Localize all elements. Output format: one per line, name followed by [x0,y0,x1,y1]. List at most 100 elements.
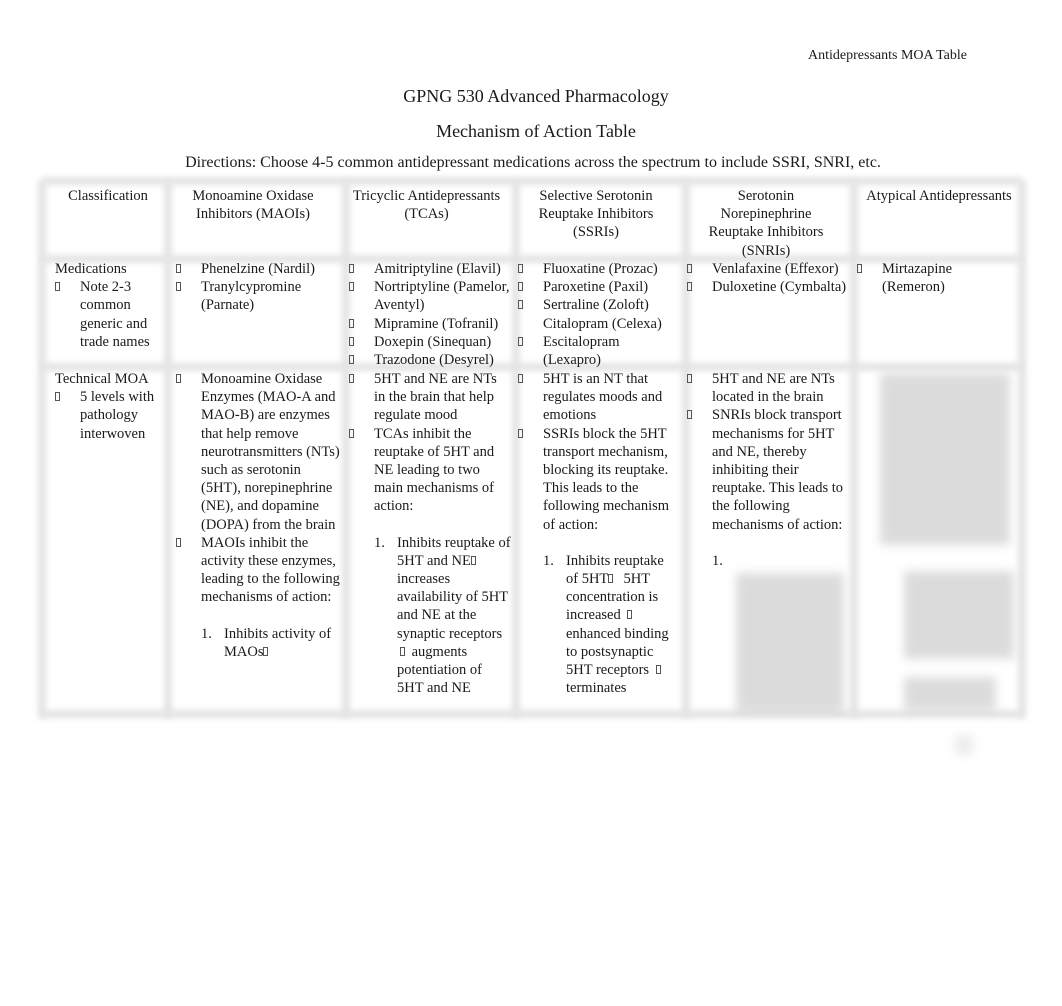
medication-item: Duloxetine (Cymbalta) [687,278,847,296]
moa-text: SSRIs block the 5HT transport mechanism,… [543,425,670,533]
bullet-icon [349,336,354,346]
medications-ssris: Fluoxatine (Prozac) Paroxetine (Paxil) S… [518,260,678,369]
medications-snris: Venlafaxine (Effexor) Duloxetine (Cymbal… [687,260,847,296]
medication-name: Venlafaxine (Effexor) [712,261,839,277]
medication-name: Tranylcypromine (Parnate) [201,279,302,314]
step-number: 1. [543,552,554,569]
medication-name: Escitalopram (Lexapro) [543,333,620,369]
medication-name: Paroxetine (Paxil) [543,279,649,296]
column-header-ssris: Selective Serotonin Reuptake Inhibitors … [538,188,654,241]
column-header-tcas: Tricyclic Antidepressants (TCAs) [352,188,501,223]
medication-item: Paroxetine (Paxil) [518,278,678,296]
medication-name: Amitriptyline (Elavil) [374,261,501,277]
medication-item: Amitriptyline (Elavil) [349,260,511,278]
redacted-content [904,677,996,711]
moa-bullet: 5HT is an NT that regulates moods and em… [518,370,678,425]
moa-bullet: 5HT and NE are NTs located in the brain [687,370,849,406]
medication-item: Phenelzine (Nardil) [176,260,342,278]
bullet-icon [349,374,354,383]
document-subtitle: Mechanism of Action Table [436,121,636,141]
bullet-icon [687,282,692,292]
arrow-icon [627,610,633,620]
arrow-icon [400,646,405,656]
moa-text: SNRIs block transport mechanisms for 5HT… [712,407,844,533]
column-header-atypical: Atypical Antidepressants [866,188,1012,204]
step-number: 1. [374,534,385,551]
moa-step: 1. Inhibits reuptake of 5HT 5HT concentra… [543,552,678,698]
moa-step: 1. Inhibits activity of MAOs [201,625,342,661]
bullet-icon [176,374,181,383]
step-text: augments potentiation of 5HT and NE [397,643,482,697]
bullet-icon [857,264,862,273]
bullet-icon [687,374,692,383]
moa-bullet: 5HT and NE are NTs in the brain that hel… [349,370,511,425]
bullet-icon [176,537,181,547]
document-title: GPNG 530 Advanced Pharmacology [403,86,669,106]
moa-step: 1. Inhibits reuptake of 5HT and NE increa… [374,534,511,698]
arrow-icon [470,555,476,565]
row-label-medications: Medications Note 2-3 common generic and … [55,260,165,351]
moa-ssris: 5HT is an NT that regulates moods and em… [518,370,678,697]
medication-list: Mirtazapine (Remeron) [857,260,977,296]
medications-maois: Phenelzine (Nardil) Tranylcypromine (Par… [176,260,342,315]
moa-text: TCAs inhibit the reuptake of 5HT and NE … [374,425,495,515]
step-text: enhanced binding to postsynaptic 5HT rec… [566,625,669,679]
moa-text: 5HT is an NT that regulates moods and em… [543,371,663,424]
moa-maois: Monoamine Oxidase Enzymes (MAO-A and MAO… [176,370,342,661]
step-number: 1. [712,552,723,569]
moa-snris: 5HT and NE are NTs located in the brain … [687,370,849,569]
running-head: Antidepressants MOA Table [808,48,967,63]
medication-item: Mirtazapine (Remeron) [857,260,977,296]
arrow-icon [608,574,614,584]
bullet-icon [687,264,692,273]
bullet-icon [518,300,523,310]
moa-text: MAOIs inhibit the activity these enzymes… [201,534,340,606]
bullet-icon [349,318,354,328]
moa-bullet: Monoamine Oxidase Enzymes (MAO-A and MAO… [176,370,342,534]
moa-tcas: 5HT and NE are NTs in the brain that hel… [349,370,511,697]
row-label: Technical MOA [55,371,149,387]
medication-list: Phenelzine (Nardil) Tranylcypromine (Par… [176,260,342,315]
medication-name: Phenelzine (Nardil) [201,261,315,277]
medication-name: Nortriptyline (Pamelor, Aventyl) [374,279,510,314]
medication-item: Tranylcypromine (Parnate) [176,278,342,314]
moa-text: Monoamine Oxidase Enzymes (MAO-A and MAO… [201,371,340,533]
medications-atypical: Mirtazapine (Remeron) [857,260,977,296]
bullet-icon [518,264,523,273]
arrow-icon [263,646,269,656]
medication-list: Amitriptyline (Elavil) Nortriptyline (Pa… [349,260,511,369]
step-number: 1. [201,625,212,642]
table-border [42,710,1022,718]
redacted-content [880,373,1010,545]
bullet-icon [349,428,354,438]
moa-bullet: SSRIs block the 5HT transport mechanism,… [518,425,678,534]
step-text: Inhibits reuptake of 5HT and NE [397,534,511,569]
row-note: 5 levels with pathology interwoven [80,389,155,442]
bullet-icon [518,428,523,438]
row-note: Note 2-3 common generic and trade names [80,279,150,350]
moa-bullet: MAOIs inhibit the activity these enzymes… [176,534,342,607]
medication-name: Trazodone (Desyrel) [374,352,494,369]
medication-list: Venlafaxine (Effexor) Duloxetine (Cymbal… [687,260,847,296]
bullet-icon [176,282,181,292]
bullet-icon [687,410,692,420]
moa-table: Classification Monoamine Oxidase Inhibit… [38,177,1026,718]
redacted-content [904,571,1014,659]
bullet-icon [518,336,523,346]
bullet-icon [349,355,354,365]
medication-name: Duloxetine (Cymbalta) [712,279,847,296]
directions-text: Directions: Choose 4-5 common antidepres… [185,154,881,171]
medication-item: Fluoxatine (Prozac) [518,260,678,278]
medication-item: Mipramine (Tofranil) [349,315,511,333]
moa-text: 5HT and NE are NTs in the brain that hel… [374,371,497,424]
column-header-snris: Serotonin Norepinephrine Reuptake Inhibi… [708,188,824,259]
bullet-icon [349,264,354,273]
medication-item: Trazodone (Desyrel) [349,351,511,369]
list-item: 5 levels with pathology interwoven [55,388,155,443]
medication-item: Nortriptyline (Pamelor, Aventyl) [349,278,511,314]
bullet-icon [518,374,523,383]
step-text: Inhibits activity of MAOs [224,625,332,660]
moa-bullet: TCAs inhibit the reuptake of 5HT and NE … [349,425,511,516]
bullet-icon [349,282,354,292]
column-header-classification: Classification [68,188,148,204]
